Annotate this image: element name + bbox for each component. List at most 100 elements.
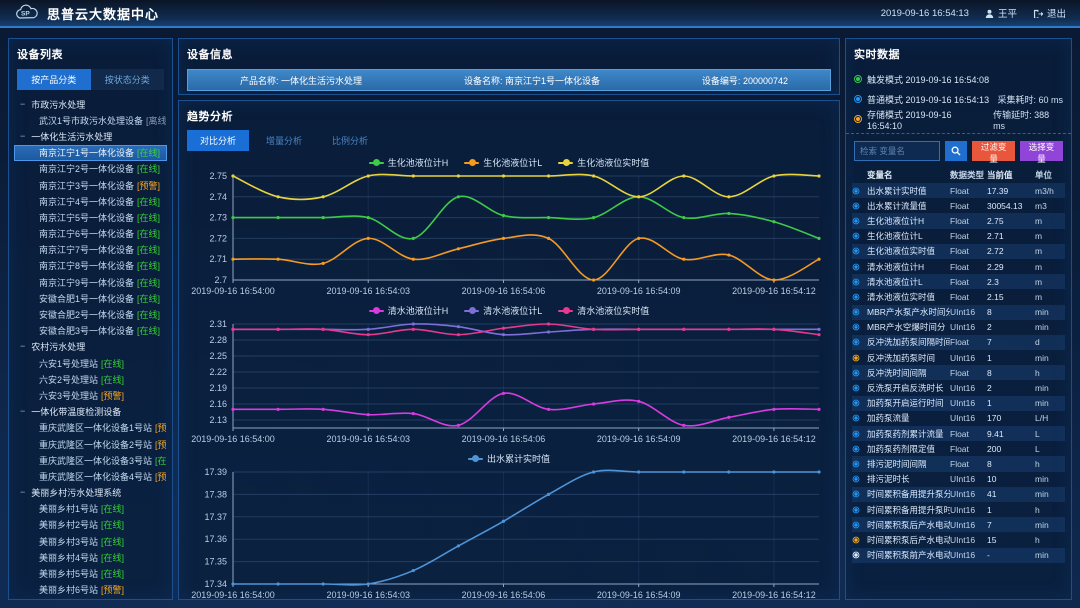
legend-marker-icon	[558, 162, 573, 164]
device-group[interactable]: −农村污水处理	[14, 339, 167, 355]
device-item[interactable]: 南京江宁3号一体化设备[预警]	[14, 177, 167, 193]
tab-compare-analysis[interactable]: 对比分析	[187, 130, 249, 151]
device-item[interactable]: 六安3号处理站[预警]	[14, 387, 167, 403]
legend-marker-icon	[369, 162, 384, 164]
device-item[interactable]: 南京江宁4号一体化设备[在线]	[14, 193, 167, 209]
variable-row[interactable]: 生化池液位实时值Float2.72m	[852, 244, 1065, 259]
legend-item[interactable]: 清水池液位实时值	[558, 304, 649, 317]
device-item[interactable]: 南京江宁9号一体化设备[在线]	[14, 274, 167, 290]
device-item[interactable]: 美丽乡村3号站[在线]	[14, 533, 167, 549]
variable-row[interactable]: 加药泵开启运行时间UInt161min	[852, 396, 1065, 411]
device-item[interactable]: 重庆武隆区一体化设备4号站[预警]	[14, 468, 167, 484]
logout-button[interactable]: 退出	[1033, 6, 1066, 20]
device-item[interactable]: 南京江宁5号一体化设备[在线]	[14, 209, 167, 225]
variable-row[interactable]: 反洗泵开启反洗时长UInt162min	[852, 380, 1065, 395]
device-item[interactable]: 美丽乡村6号站[预警]	[14, 582, 167, 598]
device-item[interactable]: 安徽合肥2号一体化设备[在线]	[14, 306, 167, 322]
device-item[interactable]: 美丽乡村4号站[在线]	[14, 549, 167, 565]
variable-row[interactable]: 生化池液位计LFloat2.71m	[852, 229, 1065, 244]
variable-row[interactable]: 时间累积备用提升泵分UInt1641min	[852, 487, 1065, 502]
tab-by-product[interactable]: 按产品分类	[17, 69, 91, 90]
legend-item[interactable]: 出水累计实时值	[468, 452, 550, 465]
device-item-label: 重庆武隆区一体化设备3号站	[39, 454, 152, 467]
device-item[interactable]: 六安1号处理站[在线]	[14, 355, 167, 371]
device-item[interactable]: 南京江宁8号一体化设备[在线]	[14, 258, 167, 274]
device-status-tag: [在线]	[101, 535, 124, 548]
variable-row[interactable]: 反冲洗加药泵时间UInt161min	[852, 350, 1065, 365]
collapse-icon[interactable]: −	[20, 342, 25, 351]
legend-label: 生化池液位计H	[388, 156, 449, 169]
variable-unit: m	[1035, 262, 1065, 272]
collapse-icon[interactable]: −	[20, 100, 25, 109]
variable-row[interactable]: 排污泥时间间隔Float8h	[852, 456, 1065, 471]
search-button[interactable]	[945, 141, 967, 161]
variable-row[interactable]: 加药泵药剂限定值Float200L	[852, 441, 1065, 456]
device-item-label: 武汉1号市政污水处理设备	[39, 114, 143, 127]
legend-item[interactable]: 生化池液位计L	[464, 156, 542, 169]
device-item[interactable]: 武汉1号市政污水处理设备[离线]	[14, 112, 167, 128]
device-group[interactable]: −市政污水处理	[14, 96, 167, 112]
variable-row[interactable]: 出水累计流量值Float30054.13m3	[852, 198, 1065, 213]
variable-row-icon	[853, 233, 860, 240]
variable-search-input[interactable]	[854, 141, 940, 161]
device-item-label: 南京江宁2号一体化设备	[39, 162, 134, 175]
device-item[interactable]: 美丽乡村1号站[在线]	[14, 501, 167, 517]
device-item[interactable]: 南京江宁6号一体化设备[在线]	[14, 226, 167, 242]
legend-item[interactable]: 生化池液位计H	[369, 156, 449, 169]
mode-status-text: 存储模式 2019-09-16 16:54:10	[867, 108, 988, 131]
device-item[interactable]: 南京江宁7号一体化设备[在线]	[14, 242, 167, 258]
device-group[interactable]: −一体化生活污水处理	[14, 128, 167, 144]
tab-increment-analysis[interactable]: 增量分析	[253, 130, 315, 151]
variable-row[interactable]: 反冲洗加药泵间隔时间Float7d	[852, 335, 1065, 350]
variable-name: MBR产水空爆时间分	[867, 321, 950, 333]
tab-ratio-analysis[interactable]: 比例分析	[319, 130, 381, 151]
device-item[interactable]: 南京江宁2号一体化设备[在线]	[14, 161, 167, 177]
device-group[interactable]: −一体化带温度检测设备	[14, 404, 167, 420]
variable-row[interactable]: 时间累积备用提升泵时UInt161h	[852, 502, 1065, 517]
device-item[interactable]: 重庆武隆区一体化设备1号站[预警]	[14, 420, 167, 436]
device-item[interactable]: 南京江宁1号一体化设备[在线]	[14, 145, 167, 161]
device-item[interactable]: 重庆武隆区一体化设备3号站[在线]	[14, 452, 167, 468]
device-item[interactable]: 美丽乡村5号站[在线]	[14, 565, 167, 581]
tab-by-status[interactable]: 按状态分类	[91, 69, 165, 90]
user-menu[interactable]: 王平	[985, 6, 1017, 20]
variable-row[interactable]: 清水池液位计LFloat2.3m	[852, 274, 1065, 289]
legend-item[interactable]: 生化池液位实时值	[558, 156, 649, 169]
variable-type: Float	[950, 459, 987, 469]
variable-type: Float	[950, 292, 987, 302]
device-group-label: 美丽乡村污水处理系统	[31, 486, 121, 499]
variable-row[interactable]: 加药泵流量UInt16170L/H	[852, 411, 1065, 426]
device-item[interactable]: 安徽合肥1号一体化设备[在线]	[14, 290, 167, 306]
device-item[interactable]: 六安2号处理站[在线]	[14, 371, 167, 387]
device-item[interactable]: 重庆武隆区一体化设备2号站[预警]	[14, 436, 167, 452]
legend-label: 生化池液位计L	[483, 156, 542, 169]
device-item[interactable]: 美丽乡村2号站[在线]	[14, 517, 167, 533]
legend-label: 清水池液位实时值	[577, 304, 649, 317]
variable-row[interactable]: 清水池液位实时值Float2.15m	[852, 289, 1065, 304]
variable-row[interactable]: 生化池液位计HFloat2.75m	[852, 213, 1065, 228]
device-group[interactable]: −美丽乡村污水处理系统	[14, 485, 167, 501]
device-list-panel: 设备列表 按产品分类 按状态分类 −市政污水处理武汉1号市政污水处理设备[离线]…	[8, 38, 173, 600]
svg-text:2.13: 2.13	[209, 415, 227, 425]
variable-row[interactable]: 加药泵药剂累计流量Float9.41L	[852, 426, 1065, 441]
collapse-icon[interactable]: −	[20, 407, 25, 416]
legend-item[interactable]: 清水池液位计L	[464, 304, 542, 317]
collapse-icon[interactable]: −	[20, 132, 25, 141]
variable-row[interactable]: MBR产水泵产水时间分UInt168min	[852, 305, 1065, 320]
variable-row[interactable]: 排污泥时长UInt1610min	[852, 472, 1065, 487]
filter-variable-button[interactable]: 过滤变量	[972, 141, 1015, 161]
charts: 生化池液位计H生化池液位计L生化池液位实时值2.72.712.722.732.7…	[179, 155, 839, 607]
device-item[interactable]: 安徽合肥3号一体化设备[在线]	[14, 323, 167, 339]
device-status-tag: [在线]	[137, 146, 160, 159]
variable-row[interactable]: 反冲洗时间间隔Float8h	[852, 365, 1065, 380]
variable-row[interactable]: 出水累计实时值Float17.39m3/h	[852, 183, 1065, 198]
variable-row[interactable]: MBR产水空爆时间分UInt162min	[852, 320, 1065, 335]
variable-row[interactable]: 时间累积泵后产水电动阀时UInt1615h	[852, 532, 1065, 547]
legend-item[interactable]: 清水池液位计H	[369, 304, 449, 317]
variable-row[interactable]: 清水池液位计HFloat2.29m	[852, 259, 1065, 274]
collapse-icon[interactable]: −	[20, 488, 25, 497]
variable-row[interactable]: 时间累积泵前产水电动阀分UInt16-min	[852, 548, 1065, 563]
select-variable-button[interactable]: 选择变量	[1020, 141, 1063, 161]
variable-unit: m3	[1035, 201, 1065, 211]
variable-row[interactable]: 时间累积泵后产水电动阀分UInt167min	[852, 517, 1065, 532]
